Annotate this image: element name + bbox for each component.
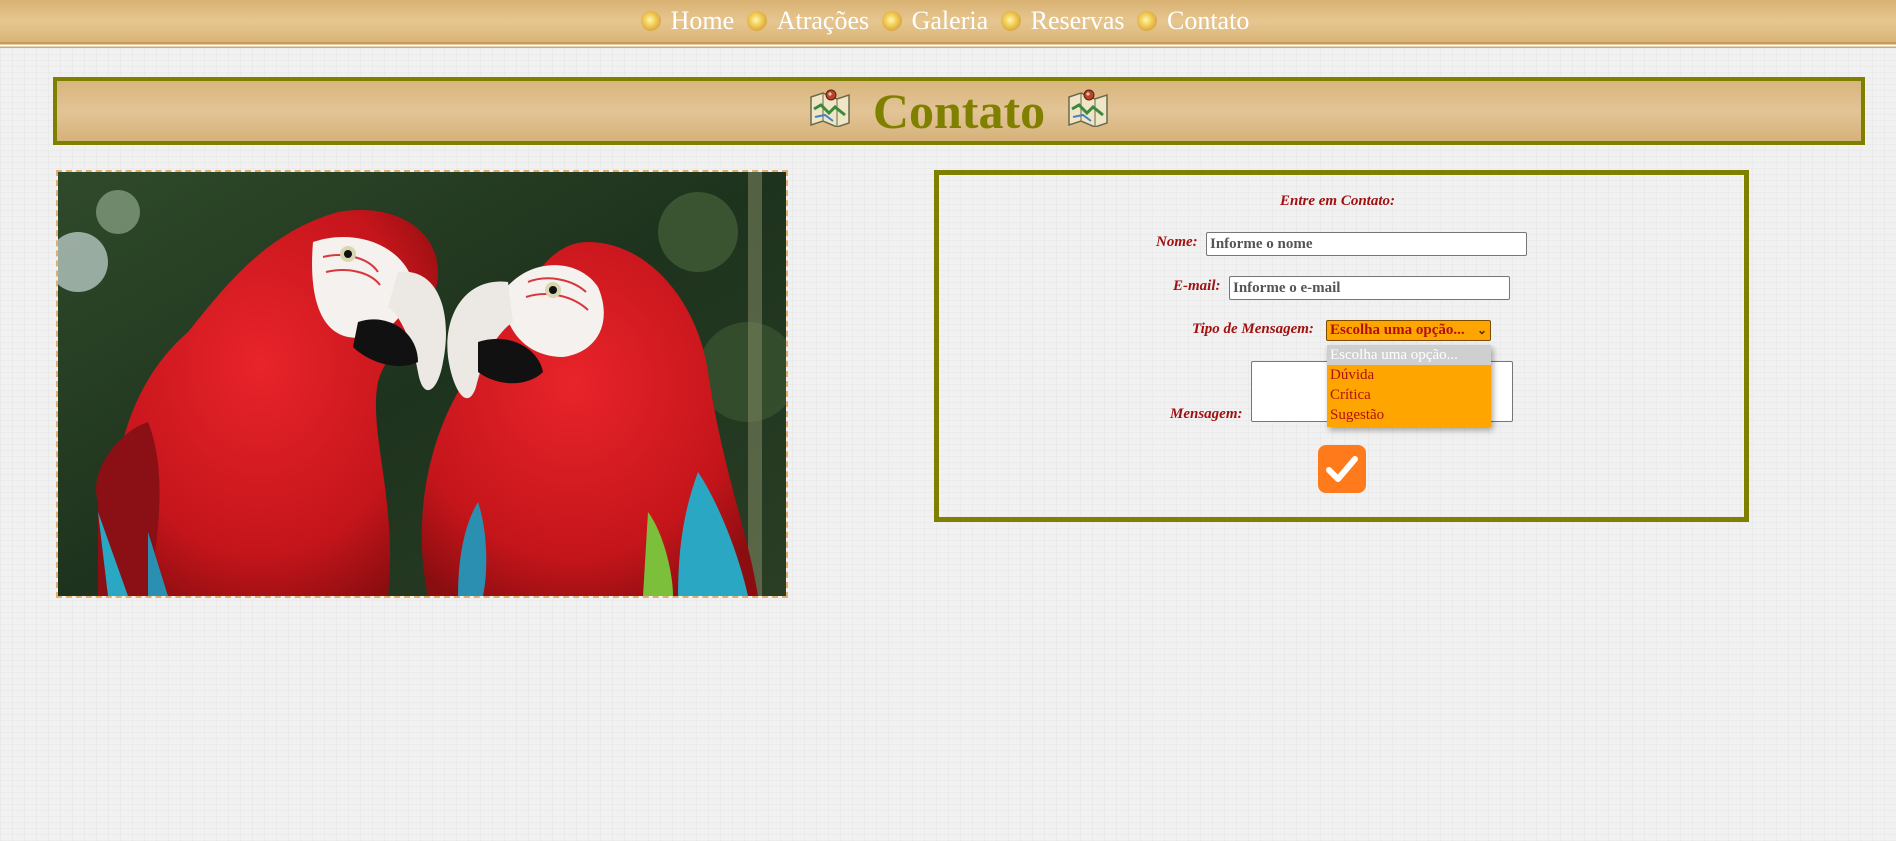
submit-button[interactable] (1318, 445, 1366, 493)
name-label: Nome: (1156, 234, 1198, 250)
email-label: E-mail: (1173, 278, 1221, 294)
map-icon (810, 89, 850, 127)
message-type-dropdown: Escolha uma opção... Dúvida Crítica Suge… (1327, 345, 1491, 427)
message-type-select[interactable]: Escolha uma opção... ⌄ (1326, 320, 1491, 341)
sun-bullet-icon (1000, 11, 1021, 31)
two-red-macaws-image (58, 172, 786, 596)
email-input[interactable] (1229, 276, 1510, 300)
macaws-photo (56, 170, 788, 598)
page-title: Contato (872, 83, 1046, 139)
sun-bullet-icon (881, 11, 902, 31)
dropdown-option[interactable]: Dúvida (1327, 365, 1491, 385)
nav-item-galeria[interactable]: Galeria (912, 6, 989, 36)
dropdown-option[interactable]: Crítica (1327, 385, 1491, 405)
message-label: Mensagem: (1170, 406, 1243, 422)
sun-bullet-icon (640, 11, 661, 31)
nav-item-home[interactable]: Home (671, 6, 735, 36)
page-title-banner: Contato (53, 77, 1865, 145)
sun-bullet-icon (1136, 11, 1157, 31)
form-heading: Entre em Contato: (1280, 193, 1396, 209)
nav-item-contato[interactable]: Contato (1167, 6, 1249, 36)
top-navbar: Home Atrações Galeria Reservas Contato (0, 0, 1896, 48)
map-icon (1068, 89, 1108, 127)
name-input[interactable] (1206, 232, 1527, 256)
message-type-selected: Escolha uma opção... (1330, 322, 1465, 338)
nav-item-atracoes[interactable]: Atrações (777, 6, 869, 36)
dropdown-option[interactable]: Escolha uma opção... (1327, 345, 1491, 365)
sun-bullet-icon (746, 11, 767, 31)
message-type-label: Tipo de Mensagem: (1192, 321, 1314, 337)
nav-menu: Home Atrações Galeria Reservas Contato (0, 6, 1896, 36)
nav-item-reservas[interactable]: Reservas (1031, 6, 1125, 36)
chevron-down-icon: ⌄ (1476, 323, 1487, 337)
checkmark-icon (1326, 456, 1358, 482)
dropdown-option[interactable]: Sugestão (1327, 405, 1491, 425)
